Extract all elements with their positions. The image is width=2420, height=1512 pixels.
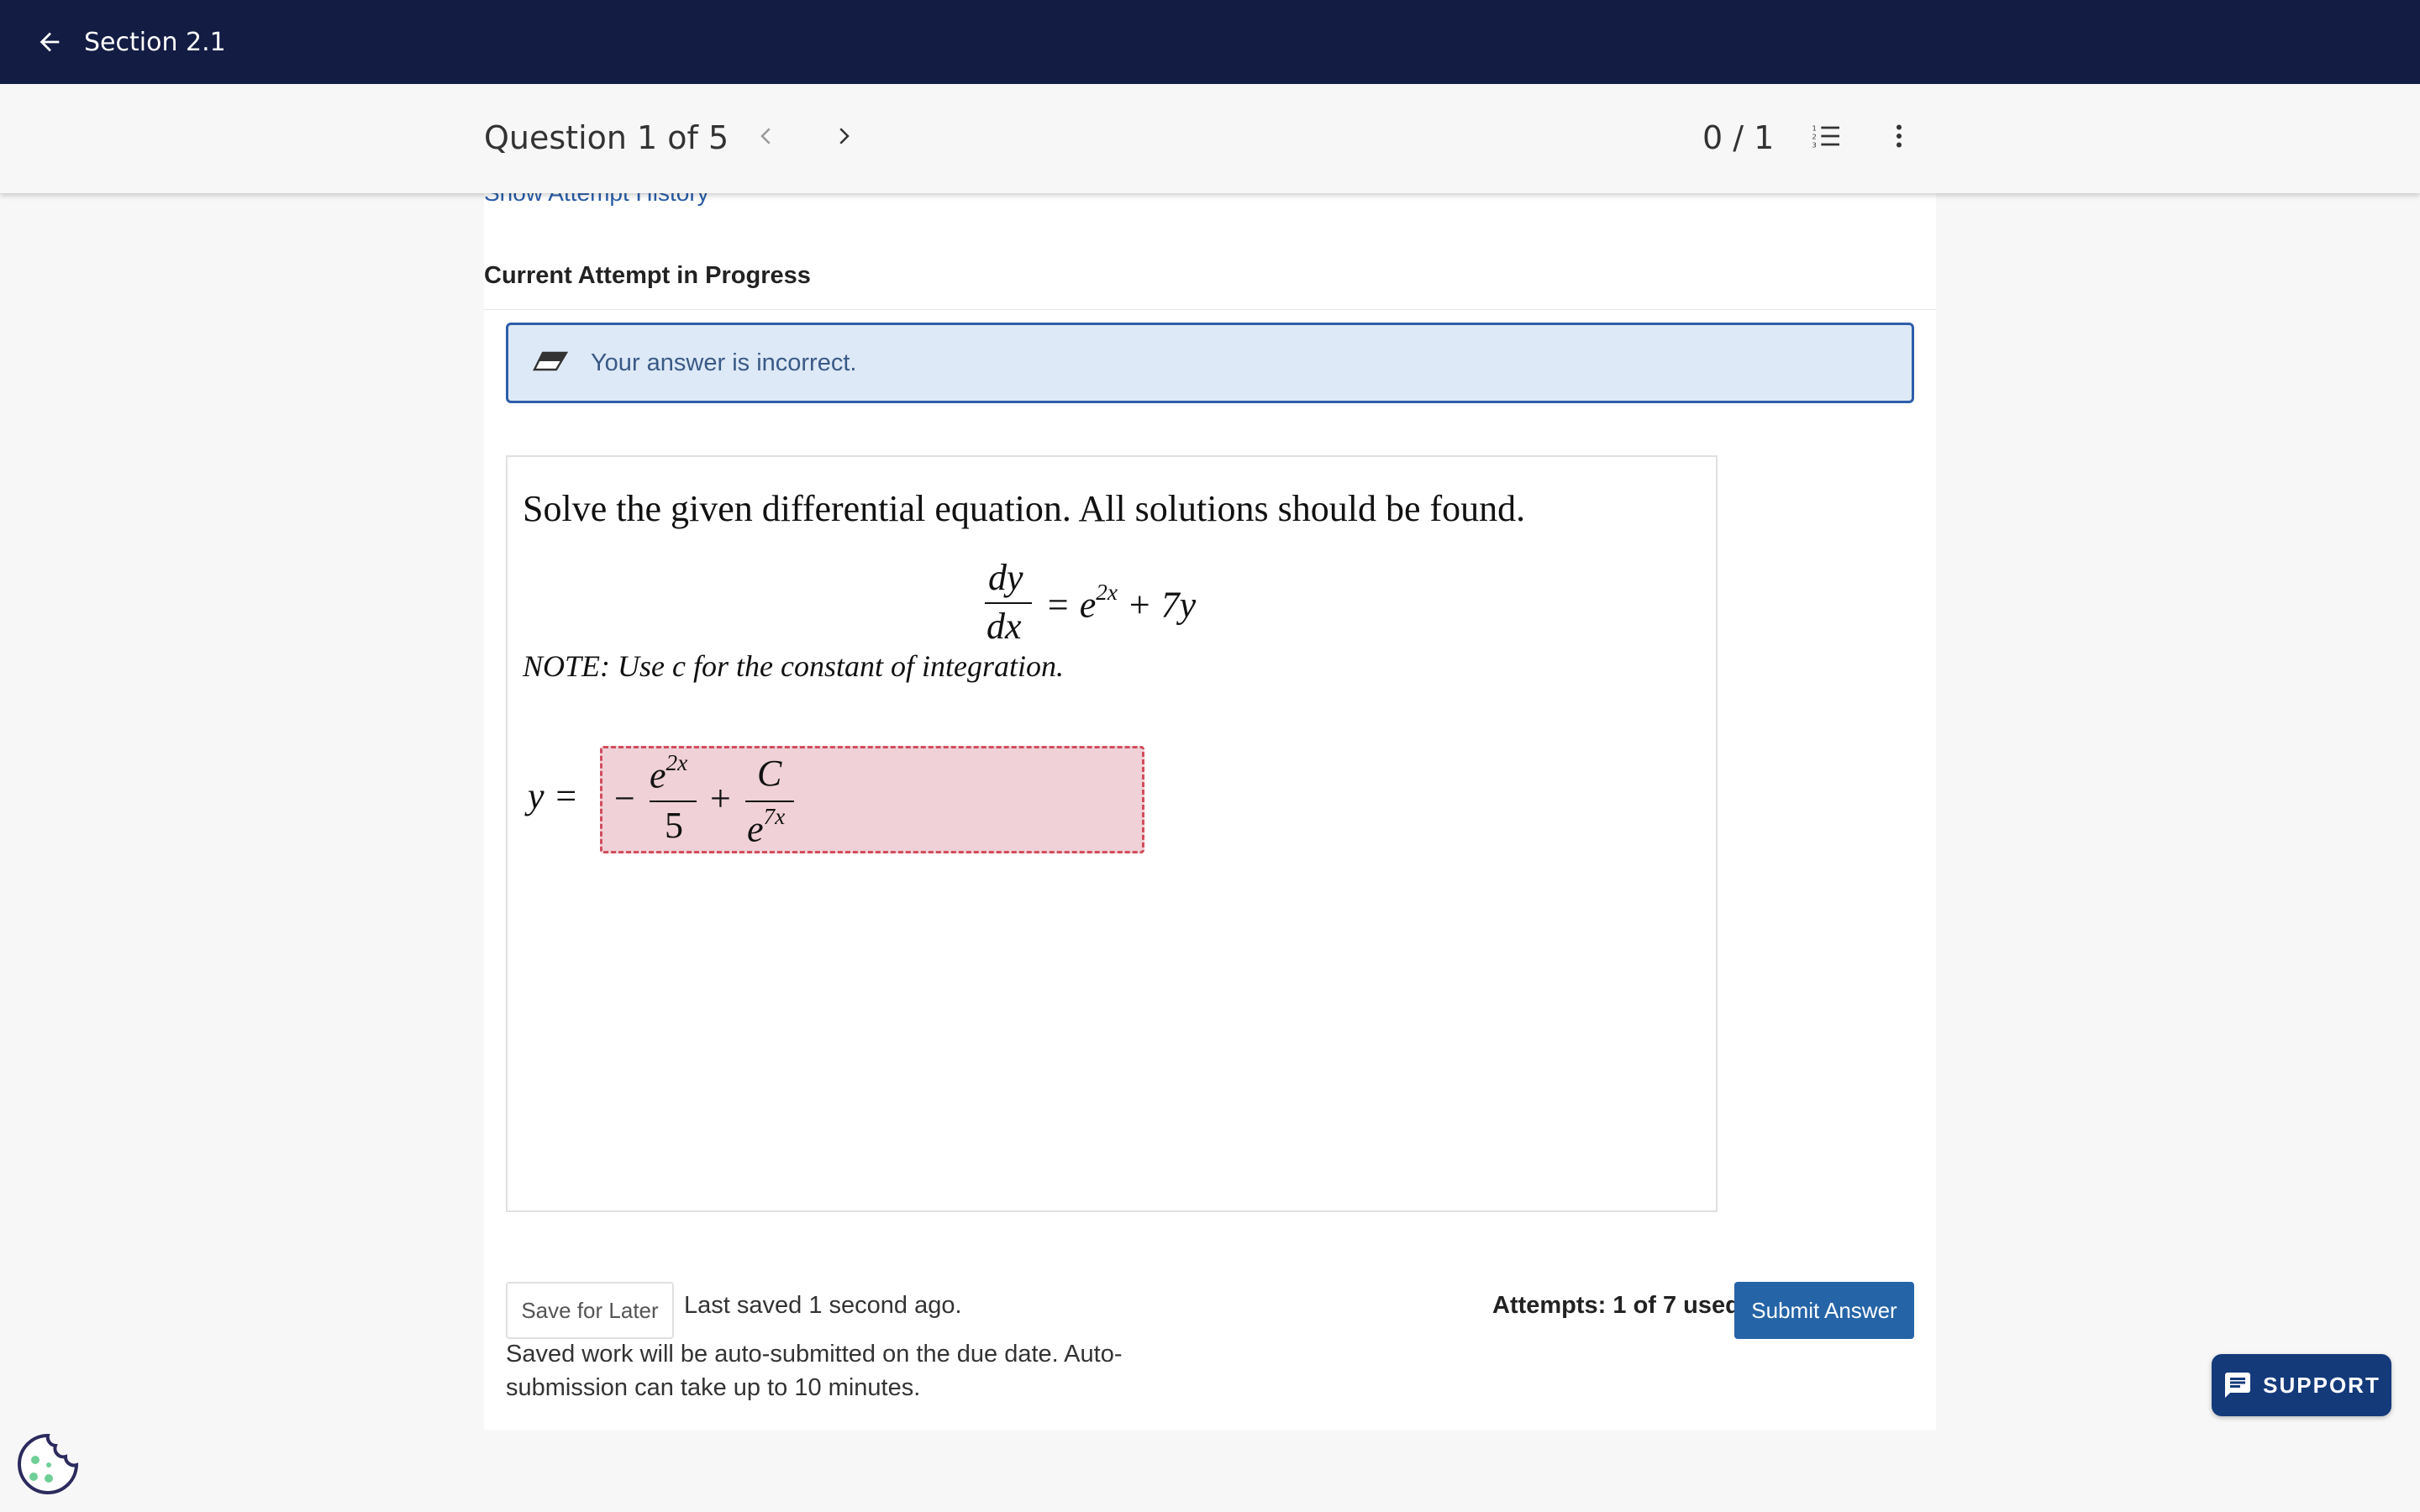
term2-den-exponent: 7x — [763, 804, 786, 829]
answer-plus: + — [710, 778, 731, 819]
answer-term2-numerator: C — [757, 753, 782, 794]
answer-label: y = — [528, 775, 579, 816]
chevron-left-icon — [760, 128, 771, 144]
section-title: Section 2.1 — [84, 27, 226, 57]
last-saved-status: Last saved 1 second ago. — [684, 1292, 962, 1319]
support-button[interactable]: SUPPORT — [2212, 1354, 2391, 1416]
question-score: 0 / 1 — [1702, 119, 1775, 156]
integration-note: NOTE: Use c for the constant of integrat… — [523, 649, 1064, 683]
rhs-tail: + 7y — [1117, 584, 1197, 626]
answer-minus: − — [614, 778, 635, 819]
equation-rhs: = e2x + 7y — [1045, 580, 1196, 626]
question-prompt: Solve the given differential equation. A… — [523, 488, 1526, 529]
next-question-button[interactable] — [825, 118, 862, 155]
answer-term1-numerator: e2x — [650, 750, 687, 796]
back-button[interactable] — [25, 18, 74, 66]
answer-term1-denominator: 5 — [665, 805, 683, 846]
chat-icon — [2225, 1373, 2251, 1398]
support-label: SUPPORT — [2263, 1372, 2381, 1398]
fraction-bar — [985, 602, 1032, 604]
numbered-list-icon: 1 2 3 — [1812, 123, 1839, 149]
feedback-message: Your answer is incorrect. — [591, 349, 857, 376]
divider — [484, 309, 1936, 310]
more-options-button[interactable] — [1881, 116, 1918, 156]
eraser-icon — [530, 346, 569, 380]
attempts-counter: Attempts: 1 of 7 used — [1492, 1292, 1740, 1319]
question-box: Solve the given differential equation. A… — [506, 455, 1718, 1212]
equation-numerator: dy — [988, 557, 1023, 598]
svg-text:2: 2 — [1812, 132, 1817, 140]
term2-den-base: e — [747, 808, 764, 850]
question-list-button[interactable]: 1 2 3 — [1807, 116, 1847, 156]
autosubmit-note: Saved work will be auto-submitted on the… — [506, 1341, 1123, 1401]
rhs-exponent: 2x — [1096, 580, 1118, 605]
fraction-bar — [745, 801, 794, 802]
chevron-right-icon — [839, 128, 850, 144]
save-for-later-button[interactable]: Save for Later — [506, 1282, 674, 1339]
svg-text:3: 3 — [1812, 140, 1817, 149]
equation-denominator: dx — [986, 606, 1022, 647]
cookie-settings-button[interactable] — [15, 1431, 81, 1497]
answer-input[interactable]: − e2x 5 + C e7x — [600, 746, 1144, 853]
top-bar: Section 2.1 — [0, 0, 2420, 84]
answer-term2-denominator: e7x — [747, 804, 785, 850]
rhs-base: = e — [1045, 584, 1097, 626]
previous-question-button[interactable] — [748, 118, 785, 155]
submit-answer-button[interactable]: Submit Answer — [1734, 1282, 1914, 1339]
feedback-banner: Your answer is incorrect. — [506, 323, 1914, 403]
fraction-bar — [650, 801, 697, 802]
more-vertical-icon — [1897, 124, 1902, 148]
arrow-back-icon — [39, 32, 60, 52]
term1-exponent: 2x — [666, 750, 688, 775]
svg-text:1: 1 — [1812, 123, 1817, 132]
term1-base: e — [650, 754, 666, 796]
attempt-heading: Current Attempt in Progress — [484, 262, 811, 289]
differential-equation: dy dx = e2x + 7y — [958, 556, 1210, 648]
cookie-icon — [18, 1433, 79, 1494]
question-counter: Question 1 of 5 — [484, 119, 729, 156]
question-nav-bar: Question 1 of 5 0 / 1 1 2 3 — [0, 84, 2420, 193]
